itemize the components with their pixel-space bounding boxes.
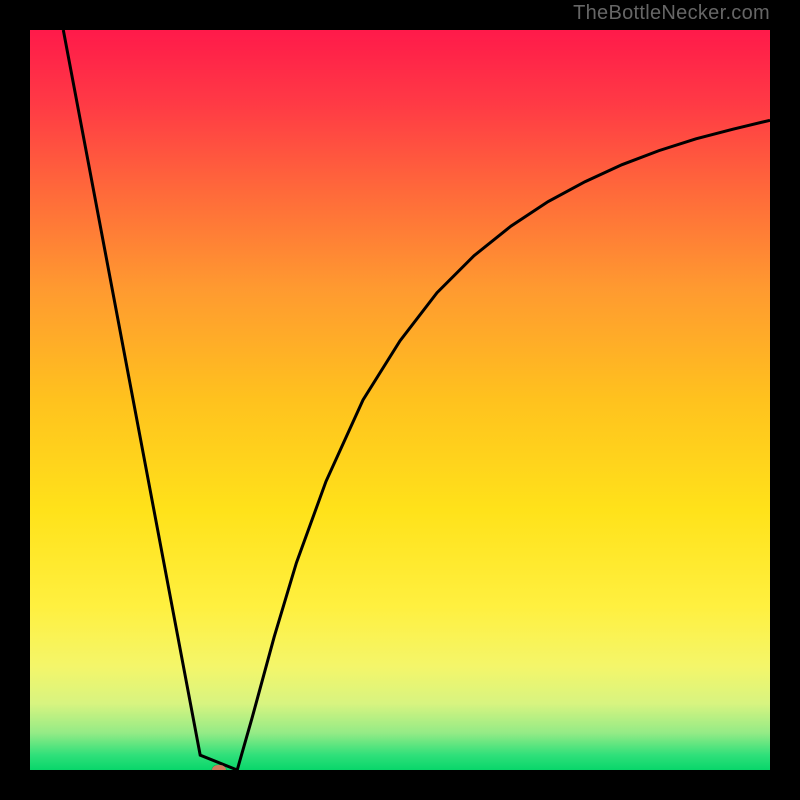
minimum-marker xyxy=(212,765,226,770)
plot-area xyxy=(30,30,770,770)
bottleneck-curve xyxy=(30,30,770,770)
watermark-text: TheBottleNecker.com xyxy=(573,2,770,25)
curve-path xyxy=(63,30,770,770)
chart-frame: TheBottleNecker.com xyxy=(0,0,800,800)
